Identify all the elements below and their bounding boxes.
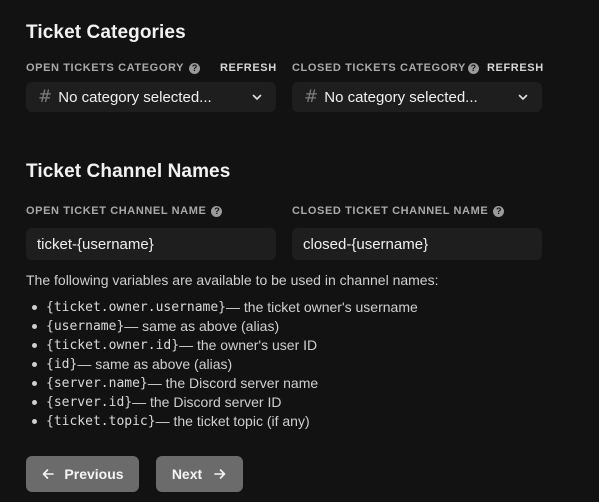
bullet: [32, 381, 37, 386]
hash-icon: #: [38, 87, 53, 107]
help-icon[interactable]: ?: [211, 205, 223, 217]
open-ticket-channel-name-input[interactable]: [26, 228, 276, 260]
help-icon[interactable]: ?: [493, 205, 505, 217]
list-item: {server.name} — the Discord server name: [32, 374, 418, 393]
variable-description: — the ticket topic (if any): [155, 413, 310, 429]
bullet: [32, 343, 37, 348]
ticket-channel-names-title: Ticket Channel Names: [26, 161, 231, 182]
open-ticket-channel-name-label: OPEN TICKET CHANNEL NAME ?: [26, 205, 223, 217]
bullet: [32, 400, 37, 405]
closed-category-select[interactable]: # No category selected...: [292, 82, 542, 112]
open-category-select[interactable]: # No category selected...: [26, 82, 276, 112]
bullet: [32, 324, 37, 329]
arrow-right-icon: [214, 469, 226, 479]
closed-ticket-channel-name-input[interactable]: [292, 228, 542, 260]
next-button[interactable]: Next: [156, 456, 243, 492]
variable-code: {server.id}: [46, 395, 133, 410]
list-item: {server.id} — the Discord server ID: [32, 393, 418, 412]
open-ticket-channel-name-label-text: OPEN TICKET CHANNEL NAME: [26, 205, 207, 217]
help-icon[interactable]: ?: [467, 62, 479, 74]
variable-description: — same as above (alias): [77, 356, 233, 372]
hash-icon: #: [304, 87, 319, 107]
open-category-refresh-link[interactable]: REFRESH: [220, 62, 277, 74]
previous-button[interactable]: Previous: [26, 456, 139, 492]
closed-category-selected-value: No category selected...: [324, 88, 478, 106]
help-icon[interactable]: ?: [189, 62, 201, 74]
arrow-left-icon: [43, 469, 55, 479]
closed-ticket-channel-name-label-text: CLOSED TICKET CHANNEL NAME: [292, 205, 489, 217]
closed-category-refresh-link[interactable]: REFRESH: [487, 62, 544, 74]
ticket-categories-title: Ticket Categories: [26, 22, 186, 43]
bullet: [32, 362, 37, 367]
chevron-down-icon: [518, 94, 528, 100]
chevron-down-icon: [252, 94, 262, 100]
variable-description: — the owner's user ID: [179, 337, 318, 353]
variable-code: {ticket.owner.id}: [46, 338, 180, 353]
list-item: {ticket.topic} — the ticket topic (if an…: [32, 412, 418, 431]
variable-code: {username}: [46, 319, 125, 334]
variable-code: {id}: [46, 357, 78, 372]
closed-tickets-category-label: CLOSED TICKETS CATEGORY ?: [292, 62, 479, 74]
open-tickets-category-label: OPEN TICKETS CATEGORY ?: [26, 62, 201, 74]
closed-ticket-channel-name-label: CLOSED TICKET CHANNEL NAME ?: [292, 205, 505, 217]
variable-code: {server.name}: [46, 376, 148, 391]
bullet: [32, 305, 37, 310]
previous-button-label: Previous: [64, 466, 124, 482]
list-item: {username} — same as above (alias): [32, 317, 418, 336]
list-item: {id} — same as above (alias): [32, 355, 418, 374]
variable-description: — same as above (alias): [124, 318, 280, 334]
variable-description: — the Discord server ID: [132, 394, 282, 410]
variable-code: {ticket.topic}: [46, 414, 156, 429]
variable-description: — the Discord server name: [147, 375, 319, 391]
list-item: {ticket.owner.username} — the ticket own…: [32, 298, 418, 317]
variable-code: {ticket.owner.username}: [46, 300, 227, 315]
closed-tickets-category-label-text: CLOSED TICKETS CATEGORY: [292, 62, 466, 74]
open-category-selected-value: No category selected...: [58, 88, 212, 106]
next-button-label: Next: [171, 466, 203, 482]
variables-info-text: The following variables are available to…: [26, 272, 439, 288]
variables-list: {ticket.owner.username} — the ticket own…: [32, 298, 418, 431]
onboarding-step-page: Ticket Categories OPEN TICKETS CATEGORY …: [0, 0, 599, 502]
open-tickets-category-label-text: OPEN TICKETS CATEGORY: [26, 62, 185, 74]
bullet: [32, 419, 37, 424]
list-item: {ticket.owner.id} — the owner's user ID: [32, 336, 418, 355]
variable-description: — the ticket owner's username: [226, 299, 418, 315]
